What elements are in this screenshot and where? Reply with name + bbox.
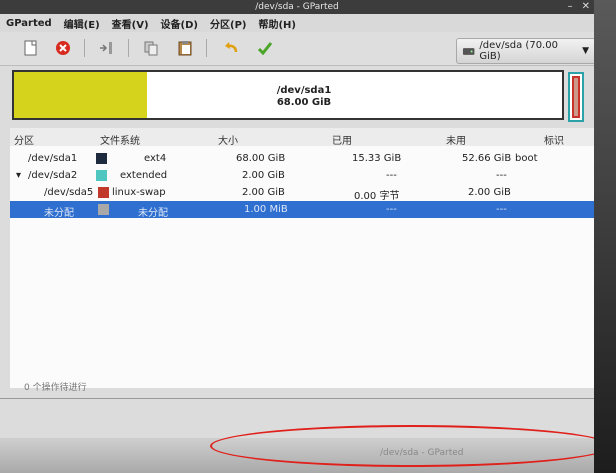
disk-map-size: 68.00 GiB [276, 97, 332, 108]
menu-gparted[interactable]: GParted [6, 18, 52, 29]
partition-name: /dev/sda5 [44, 187, 94, 198]
partition-name: 未分配 [44, 208, 74, 219]
menu-edit[interactable]: 编辑(E) [64, 16, 100, 31]
disk-map-label: /dev/sda1 68.00 GiB [204, 85, 404, 109]
table-row-selected[interactable]: 未分配 未分配 1.00 MiB --- --- [10, 201, 594, 219]
copy-icon[interactable] [140, 37, 162, 59]
unused: 2.00 GiB [468, 187, 511, 198]
menu-help[interactable]: 帮助(H) [258, 16, 296, 31]
gparted-screen: /dev/sda - GParted – ✕ GParted 编辑(E) 查看(… [0, 0, 616, 473]
partition-table: 分区 文件系统 大小 已用 未用 标识 /dev/sda1 ext4 68.00… [10, 128, 594, 388]
window-controls: – ✕ [568, 0, 590, 14]
size: 2.00 GiB [242, 187, 285, 198]
table-row[interactable]: /dev/sda5 linux-swap 2.00 GiB 0.00 字节 2.… [10, 184, 594, 202]
col-size[interactable]: 大小 [218, 132, 238, 147]
fs-color-swatch [96, 153, 107, 164]
menu-view[interactable]: 查看(V) [112, 16, 149, 31]
partition-name: /dev/sda1 [28, 153, 78, 164]
swap-partition-map[interactable] [572, 76, 580, 118]
menu-partition[interactable]: 分区(P) [210, 16, 246, 31]
pending-operations: 0 个操作待进行 [24, 383, 87, 393]
filesystem: linux-swap [112, 187, 166, 198]
apply-icon[interactable] [254, 37, 276, 59]
filesystem: ext4 [144, 153, 167, 164]
fs-color-swatch [98, 187, 109, 198]
filesystem: extended [120, 170, 168, 181]
used: 15.33 GiB [352, 153, 402, 164]
toolbar-separator [84, 39, 85, 57]
close-icon[interactable]: ✕ [582, 0, 590, 14]
col-flags[interactable]: 标识 [544, 132, 564, 147]
disk-icon [462, 48, 475, 55]
extended-partition-map[interactable] [568, 72, 584, 122]
expand-toggle-icon[interactable]: ▾ [16, 170, 21, 181]
unused: --- [496, 204, 507, 215]
chevron-down-icon: ▼ [582, 46, 589, 56]
taskbar-gparted-item[interactable]: /dev/sda - GParted [380, 448, 464, 458]
col-filesystem[interactable]: 文件系统 [100, 132, 140, 147]
minimize-icon[interactable]: – [568, 0, 573, 14]
delete-icon[interactable] [52, 37, 74, 59]
flags: boot [515, 153, 538, 164]
size: 68.00 GiB [236, 153, 286, 164]
fs-color-swatch [98, 204, 109, 215]
paste-icon[interactable] [174, 37, 196, 59]
size: 1.00 MiB [244, 204, 288, 215]
menu-device[interactable]: 设备(D) [161, 16, 198, 31]
table-row[interactable]: ▾ /dev/sda2 extended 2.00 GiB --- --- [10, 167, 594, 184]
device-selector[interactable]: /dev/sda (70.00 GiB) ▼ [456, 38, 596, 64]
toolbar-separator [206, 39, 207, 57]
unused: --- [496, 170, 507, 181]
col-used[interactable]: 已用 [332, 132, 352, 147]
undo-icon[interactable] [220, 37, 242, 59]
disk-map-partition: /dev/sda1 [276, 85, 332, 96]
disk-map-used-space [14, 72, 147, 118]
resize-move-icon[interactable] [96, 37, 118, 59]
monitor-bezel [594, 0, 616, 473]
used: --- [386, 204, 397, 215]
partition-name: /dev/sda2 [28, 170, 78, 181]
table-header: 分区 文件系统 大小 已用 未用 标识 [10, 128, 594, 147]
table-row[interactable]: /dev/sda1 ext4 68.00 GiB 15.33 GiB 52.66… [10, 150, 594, 167]
size: 2.00 GiB [242, 170, 285, 181]
unused: 52.66 GiB [462, 153, 512, 164]
new-partition-icon[interactable] [20, 37, 42, 59]
window-title: /dev/sda - GParted [255, 2, 339, 12]
used: 0.00 字节 [354, 191, 400, 202]
col-partition[interactable]: 分区 [14, 132, 34, 147]
col-unused[interactable]: 未用 [446, 132, 466, 147]
divider [0, 398, 594, 399]
status-bar: 0 个操作待进行 [0, 380, 594, 396]
device-selector-label: /dev/sda (70.00 GiB) [479, 40, 558, 62]
menubar: GParted 编辑(E) 查看(V) 设备(D) 分区(P) 帮助(H) [0, 14, 594, 32]
fs-color-swatch [96, 170, 107, 181]
taskbar: /dev/sda - GParted [0, 438, 616, 473]
toolbar-separator [128, 39, 129, 57]
disk-map[interactable]: /dev/sda1 68.00 GiB [12, 70, 564, 120]
filesystem: 未分配 [138, 208, 168, 219]
window-titlebar: /dev/sda - GParted – ✕ [0, 0, 594, 14]
used: --- [386, 170, 397, 181]
